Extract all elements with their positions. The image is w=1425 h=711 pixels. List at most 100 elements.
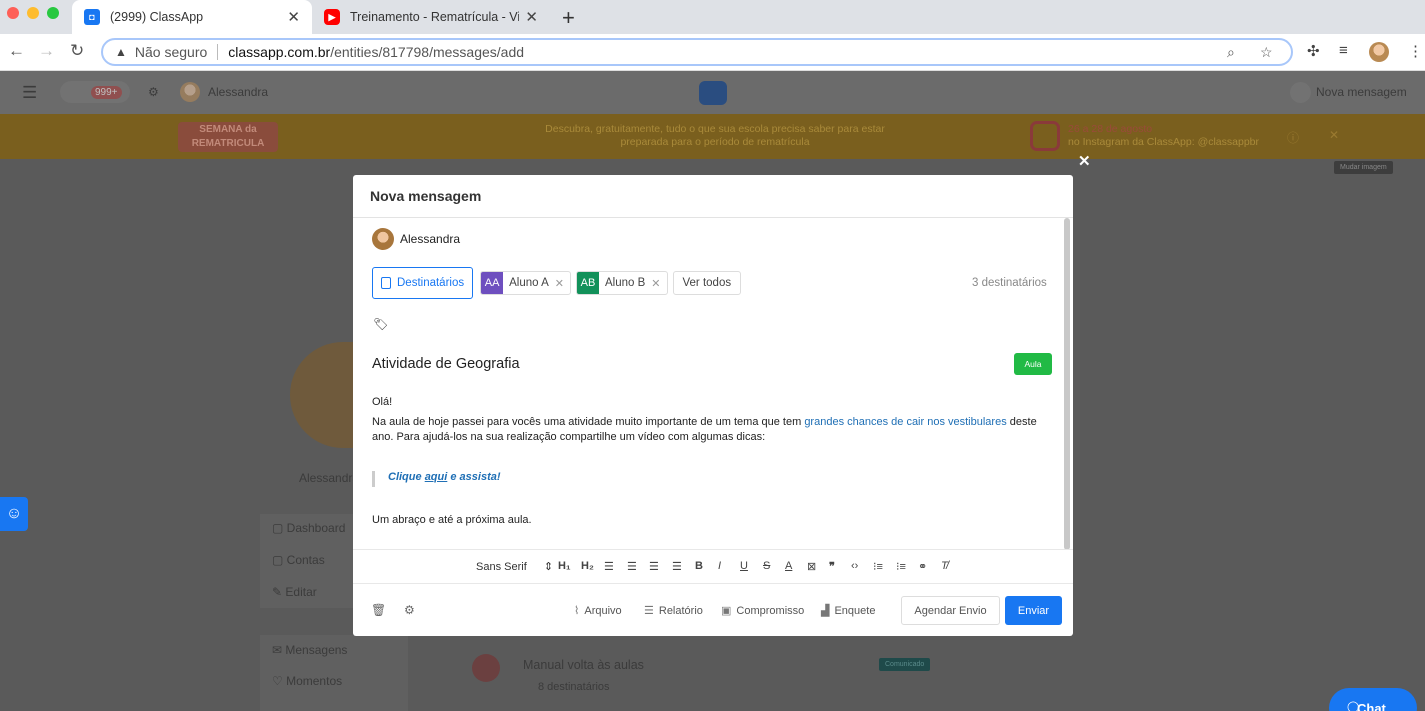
promo-banner[interactable]: SEMANA da REMATRICULA Descubra, gratuita… (0, 114, 1425, 159)
close-window-button[interactable] (7, 7, 19, 19)
user-avatar[interactable] (180, 82, 200, 102)
recipient-chip[interactable]: AB Aluno B ✕ (576, 271, 668, 295)
profile-avatar[interactable] (1369, 42, 1389, 62)
bookmark-star-icon[interactable]: ☆ (1260, 44, 1273, 61)
browser-tab-youtube[interactable]: ▶ Treinamento - Rematrícula - Vi ✕ (312, 0, 550, 34)
bullet-list-icon[interactable]: ⁝≡ (896, 560, 906, 573)
align-justify-icon[interactable]: ☰ (672, 560, 682, 573)
trash-icon[interactable]: 🗑︎ (371, 603, 386, 617)
ordered-list-icon[interactable]: ⁝≡ (873, 560, 883, 573)
bar-chart-icon: ▟ (821, 605, 830, 617)
report-button[interactable]: ☰ Relatório (644, 604, 703, 618)
banner-instagram-text: 26 a 28 de agosto no Instagram da ClassA… (1068, 123, 1260, 148)
recipient-count: 3 destinatários (972, 277, 1047, 289)
modal-close-icon[interactable]: ✕ (1078, 152, 1091, 170)
classapp-logo-icon[interactable] (699, 81, 727, 105)
back-arrow-icon[interactable]: ← (8, 41, 25, 61)
chat-widget-icon[interactable]: ☺ (0, 497, 28, 531)
quote-icon[interactable]: ❞ (829, 560, 835, 573)
code-icon[interactable]: ‹› (851, 560, 858, 572)
message-link[interactable]: grandes chances de cair nos vestibulares (804, 416, 1006, 428)
list-item-recipients: 8 destinatários (538, 681, 610, 693)
recipient-chip[interactable]: AA Aluno A ✕ (480, 271, 571, 295)
bold-icon[interactable]: B (695, 560, 703, 572)
align-right-icon[interactable]: ☰ (649, 560, 659, 573)
category-badge[interactable]: Aula (1014, 353, 1052, 375)
heading1-icon[interactable]: H₁ (558, 560, 571, 572)
align-center-icon[interactable]: ☰ (627, 560, 637, 573)
list-item-avatar (472, 654, 500, 682)
recipients-button[interactable]: Destinatários (372, 267, 474, 299)
menu-item-dashboard[interactable]: ▢ Dashboard (272, 521, 345, 535)
browser-tab-bar: ◘ (2999) ClassApp ✕ ▶ Treinamento - Rema… (0, 0, 1425, 34)
see-all-button[interactable]: Ver todos (672, 271, 742, 295)
text-color-icon[interactable]: A (785, 560, 792, 572)
header-user-name: Alessandra (208, 85, 269, 99)
menu-item-momentos[interactable]: ♡ Momentos (272, 674, 342, 688)
font-select[interactable]: Sans Serif ⇕ (476, 560, 553, 573)
remove-recipient-icon[interactable]: ✕ (555, 277, 564, 290)
tab-title: (2999) ClassApp (110, 10, 204, 24)
media-queue-icon[interactable]: ≡ (1339, 42, 1348, 59)
classapp-favicon-icon: ◘ (84, 9, 100, 25)
settings-gear-icon[interactable]: ⚙ (404, 603, 415, 617)
youtube-favicon-icon: ▶ (324, 9, 340, 25)
link-icon[interactable]: ⚭ (918, 560, 927, 573)
reload-icon[interactable]: ↻ (70, 41, 84, 61)
new-tab-icon[interactable]: + (562, 5, 575, 31)
browser-menu-icon[interactable]: ⋮ (1408, 42, 1423, 60)
select-arrows-icon: ⇕ (543, 561, 554, 573)
profile-name: Alessandra (299, 471, 360, 485)
zoom-icon[interactable]: ⌕ (1227, 44, 1235, 61)
background-color-icon[interactable]: ⊠ (807, 560, 816, 573)
calendar-icon: ▣ (721, 605, 732, 617)
settings-gear-icon[interactable]: ⚙ (148, 85, 159, 99)
poll-button[interactable]: ▟ Enquete (821, 604, 875, 618)
list-item-title[interactable]: Manual volta às aulas (523, 658, 644, 672)
app-header: ☰ 999+ ⚙ Alessandra Nova mensagem (0, 71, 1425, 114)
tag-icon[interactable]: 🏷︎ (373, 317, 388, 331)
browser-tab-classapp[interactable]: ◘ (2999) ClassApp ✕ (72, 0, 312, 34)
warning-icon: ▲ (115, 45, 127, 59)
menu-item-editar[interactable]: ✎ Editar (272, 585, 317, 599)
banner-text: Descubra, gratuitamente, tudo o que sua … (545, 123, 885, 148)
maximize-window-button[interactable] (47, 7, 59, 19)
close-tab-icon[interactable]: ✕ (287, 8, 300, 26)
url-path: /entities/817798/messages/add (330, 44, 525, 60)
extensions-puzzle-icon[interactable]: ✣ (1307, 42, 1320, 60)
sender-avatar (372, 228, 394, 250)
schedule-send-button[interactable]: Agendar Envio (901, 596, 1000, 625)
underline-icon[interactable]: U (740, 560, 748, 572)
italic-icon[interactable]: I (718, 560, 721, 572)
align-left-icon[interactable]: ☰ (604, 560, 614, 573)
remove-recipient-icon[interactable]: ✕ (651, 277, 660, 290)
close-banner-icon[interactable]: ✕ (1329, 128, 1339, 142)
notification-badge: 999+ (91, 86, 122, 99)
strikethrough-icon[interactable]: S (763, 560, 770, 572)
hamburger-menu-icon[interactable]: ☰ (22, 83, 37, 103)
video-link[interactable]: aqui (425, 471, 448, 483)
info-icon[interactable]: ⓘ (1287, 129, 1299, 146)
message-greeting[interactable]: Olá! (372, 395, 392, 410)
tab-title: Treinamento - Rematrícula - Vi (350, 10, 520, 24)
modal-scrollbar[interactable] (1064, 218, 1070, 550)
heading2-icon[interactable]: H₂ (581, 560, 594, 572)
send-button[interactable]: Enviar (1005, 596, 1062, 625)
forward-arrow-icon[interactable]: → (38, 41, 55, 61)
commitment-button[interactable]: ▣ Compromisso (721, 604, 804, 618)
message-subject[interactable]: Atividade de Geografia (372, 356, 520, 372)
chat-button[interactable]: Chat (1329, 688, 1417, 711)
address-bar[interactable]: ▲ Não seguro classapp.com.br /entities/8… (101, 38, 1293, 66)
minimize-window-button[interactable] (27, 7, 39, 19)
recipient-initials: AB (577, 272, 599, 294)
change-image-button[interactable]: Mudar imagem (1334, 161, 1393, 174)
message-quote[interactable]: Clique aqui e assista! (372, 471, 501, 487)
attach-file-button[interactable]: ⌇ Arquivo (574, 604, 622, 618)
message-paragraph[interactable]: Na aula de hoje passei para vocês uma at… (372, 415, 1052, 445)
clear-format-icon[interactable]: T̸ (941, 560, 948, 572)
list-item-tag: Comunicado (879, 658, 931, 671)
menu-item-contas[interactable]: ▢ Contas (272, 553, 325, 567)
message-closing[interactable]: Um abraço e até a próxima aula. (372, 513, 532, 528)
menu-item-mensagens[interactable]: ✉ Mensagens (272, 643, 347, 657)
close-tab-icon[interactable]: ✕ (525, 8, 538, 26)
